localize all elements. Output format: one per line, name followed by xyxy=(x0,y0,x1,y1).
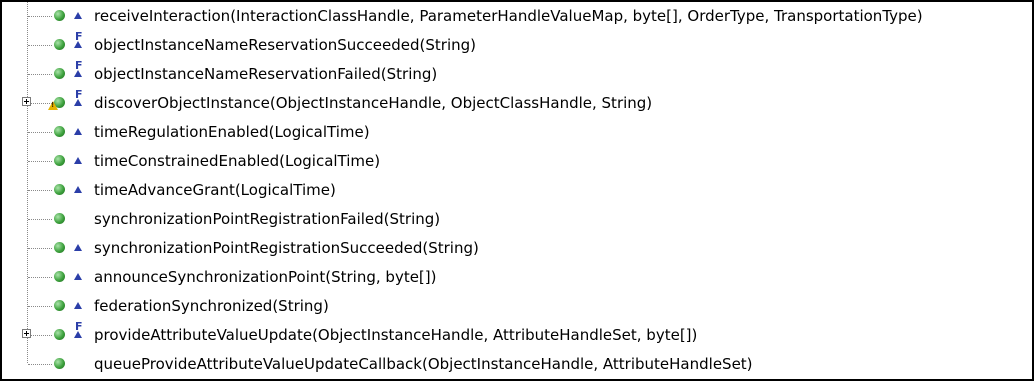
public-method-icon xyxy=(54,300,65,311)
tree-row[interactable]: FobjectInstanceNameReservationFailed(Str… xyxy=(2,60,1032,89)
method-signature: queueProvideAttributeValueUpdateCallback… xyxy=(94,355,753,373)
tree-branch-line xyxy=(28,306,52,307)
public-method-icon xyxy=(54,155,65,166)
override-indicator-icon xyxy=(74,302,82,309)
tree-branch-line xyxy=(28,277,52,278)
override-indicator-icon xyxy=(74,331,82,338)
tree-row[interactable]: queueProvideAttributeValueUpdateCallback… xyxy=(2,350,1032,379)
override-indicator-icon xyxy=(74,99,82,106)
override-indicator-icon xyxy=(74,12,82,19)
tree-branch-line xyxy=(28,45,52,46)
expand-icon[interactable] xyxy=(22,97,31,106)
tree-branch-line xyxy=(28,364,52,365)
tree-row[interactable]: timeAdvanceGrant(LogicalTime) xyxy=(2,176,1032,205)
tree-branch-line xyxy=(28,190,52,191)
method-signature: announceSynchronizationPoint(String, byt… xyxy=(94,268,437,286)
method-signature: federationSynchronized(String) xyxy=(94,297,329,315)
public-method-icon xyxy=(54,10,65,21)
tree-branch-line xyxy=(28,161,52,162)
tree-branch-line xyxy=(28,248,52,249)
tree-row[interactable]: synchronizationPointRegistrationSucceede… xyxy=(2,234,1032,263)
override-indicator-icon xyxy=(74,244,82,251)
method-signature: timeConstrainedEnabled(LogicalTime) xyxy=(94,152,381,170)
tree-row[interactable]: FprovideAttributeValueUpdate(ObjectInsta… xyxy=(2,321,1032,350)
public-method-icon xyxy=(54,213,65,224)
tree-branch-line xyxy=(28,335,52,336)
public-method-icon xyxy=(54,68,65,79)
method-list: receiveInteraction(InteractionClassHandl… xyxy=(2,2,1032,379)
public-method-icon xyxy=(54,242,65,253)
method-signature: timeAdvanceGrant(LogicalTime) xyxy=(94,181,336,199)
method-signature: receiveInteraction(InteractionClassHandl… xyxy=(94,7,923,25)
tree-row[interactable]: FobjectInstanceNameReservationSucceeded(… xyxy=(2,31,1032,60)
tree-row[interactable]: receiveInteraction(InteractionClassHandl… xyxy=(2,2,1032,31)
override-indicator-icon xyxy=(74,157,82,164)
method-signature: timeRegulationEnabled(LogicalTime) xyxy=(94,123,370,141)
override-indicator-icon xyxy=(74,41,82,48)
expand-icon[interactable] xyxy=(22,329,31,338)
override-indicator-icon xyxy=(74,186,82,193)
outline-tree: receiveInteraction(InteractionClassHandl… xyxy=(0,0,1034,381)
warning-icon xyxy=(48,101,58,110)
tree-row[interactable]: synchronizationPointRegistrationFailed(S… xyxy=(2,205,1032,234)
tree-branch-line xyxy=(28,132,52,133)
method-signature: synchronizationPointRegistrationFailed(S… xyxy=(94,210,441,228)
method-signature: objectInstanceNameReservationSucceeded(S… xyxy=(94,36,476,54)
public-method-icon xyxy=(54,271,65,282)
tree-row[interactable]: announceSynchronizationPoint(String, byt… xyxy=(2,263,1032,292)
method-signature: objectInstanceNameReservationFailed(Stri… xyxy=(94,65,438,83)
tree-row[interactable]: timeConstrainedEnabled(LogicalTime) xyxy=(2,147,1032,176)
public-method-icon xyxy=(54,358,65,369)
override-indicator-icon xyxy=(74,128,82,135)
public-method-icon xyxy=(54,39,65,50)
tree-branch-line xyxy=(28,74,52,75)
public-method-icon xyxy=(54,184,65,195)
tree-row[interactable]: FdiscoverObjectInstance(ObjectInstanceHa… xyxy=(2,89,1032,118)
method-signature: provideAttributeValueUpdate(ObjectInstan… xyxy=(94,326,698,344)
tree-branch-line xyxy=(28,16,52,17)
tree-row[interactable]: federationSynchronized(String) xyxy=(2,292,1032,321)
method-signature: discoverObjectInstance(ObjectInstanceHan… xyxy=(94,94,653,112)
override-indicator-icon xyxy=(74,273,82,280)
tree-branch-line xyxy=(28,219,52,220)
public-method-icon xyxy=(54,126,65,137)
tree-row[interactable]: timeRegulationEnabled(LogicalTime) xyxy=(2,118,1032,147)
public-method-icon xyxy=(54,329,65,340)
override-indicator-icon xyxy=(74,70,82,77)
method-signature: synchronizationPointRegistrationSucceede… xyxy=(94,239,479,257)
